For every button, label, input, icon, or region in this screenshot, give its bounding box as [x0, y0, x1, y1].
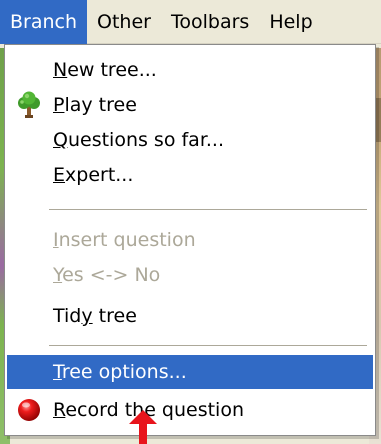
menu-item-new-tree[interactable]: New tree...: [7, 53, 373, 87]
menu-item-yes-no[interactable]: Yes <-> No: [7, 258, 373, 292]
menu-item-questions-so-far[interactable]: Questions so far...: [7, 123, 373, 157]
menu-item-label: Expert...: [53, 164, 134, 186]
menu-item-label: Yes <-> No: [53, 264, 161, 286]
menu-item-tree-options[interactable]: Tree options...: [7, 355, 373, 389]
menu-item-label: Tree options...: [53, 361, 187, 383]
menu-item-label: Questions so far...: [53, 129, 225, 151]
branch-dropdown-menu: New tree... Play tree Questions so far..…: [4, 44, 376, 436]
screenshot-stage: Branch Other Toolbars Help New tree... P…: [0, 0, 381, 444]
menu-separator: [49, 345, 367, 347]
menu-item-label: Play tree: [53, 94, 137, 116]
red-arrow-icon: [129, 410, 157, 444]
menu-item-record-question[interactable]: Record the question: [7, 393, 373, 427]
menubar-toolbars[interactable]: Toolbars: [161, 0, 259, 44]
menu-item-tidy-tree[interactable]: Tidy tree: [7, 299, 373, 333]
menubar-help[interactable]: Help: [259, 0, 322, 44]
menu-item-label: New tree...: [53, 59, 157, 81]
record-icon: [18, 399, 40, 421]
tree-icon: [18, 91, 40, 118]
menu-item-expert[interactable]: Expert...: [7, 158, 373, 192]
menu-item-play-tree[interactable]: Play tree: [7, 88, 373, 122]
menu-separator: [49, 209, 367, 211]
menubar-branch[interactable]: Branch: [0, 0, 88, 44]
menubar-other[interactable]: Other: [87, 0, 161, 44]
menu-bar: Branch Other Toolbars Help: [0, 0, 381, 44]
menu-item-insert-question[interactable]: Insert question: [7, 223, 373, 257]
menu-item-label: Tidy tree: [53, 305, 137, 327]
menu-item-label: Insert question: [53, 229, 196, 251]
